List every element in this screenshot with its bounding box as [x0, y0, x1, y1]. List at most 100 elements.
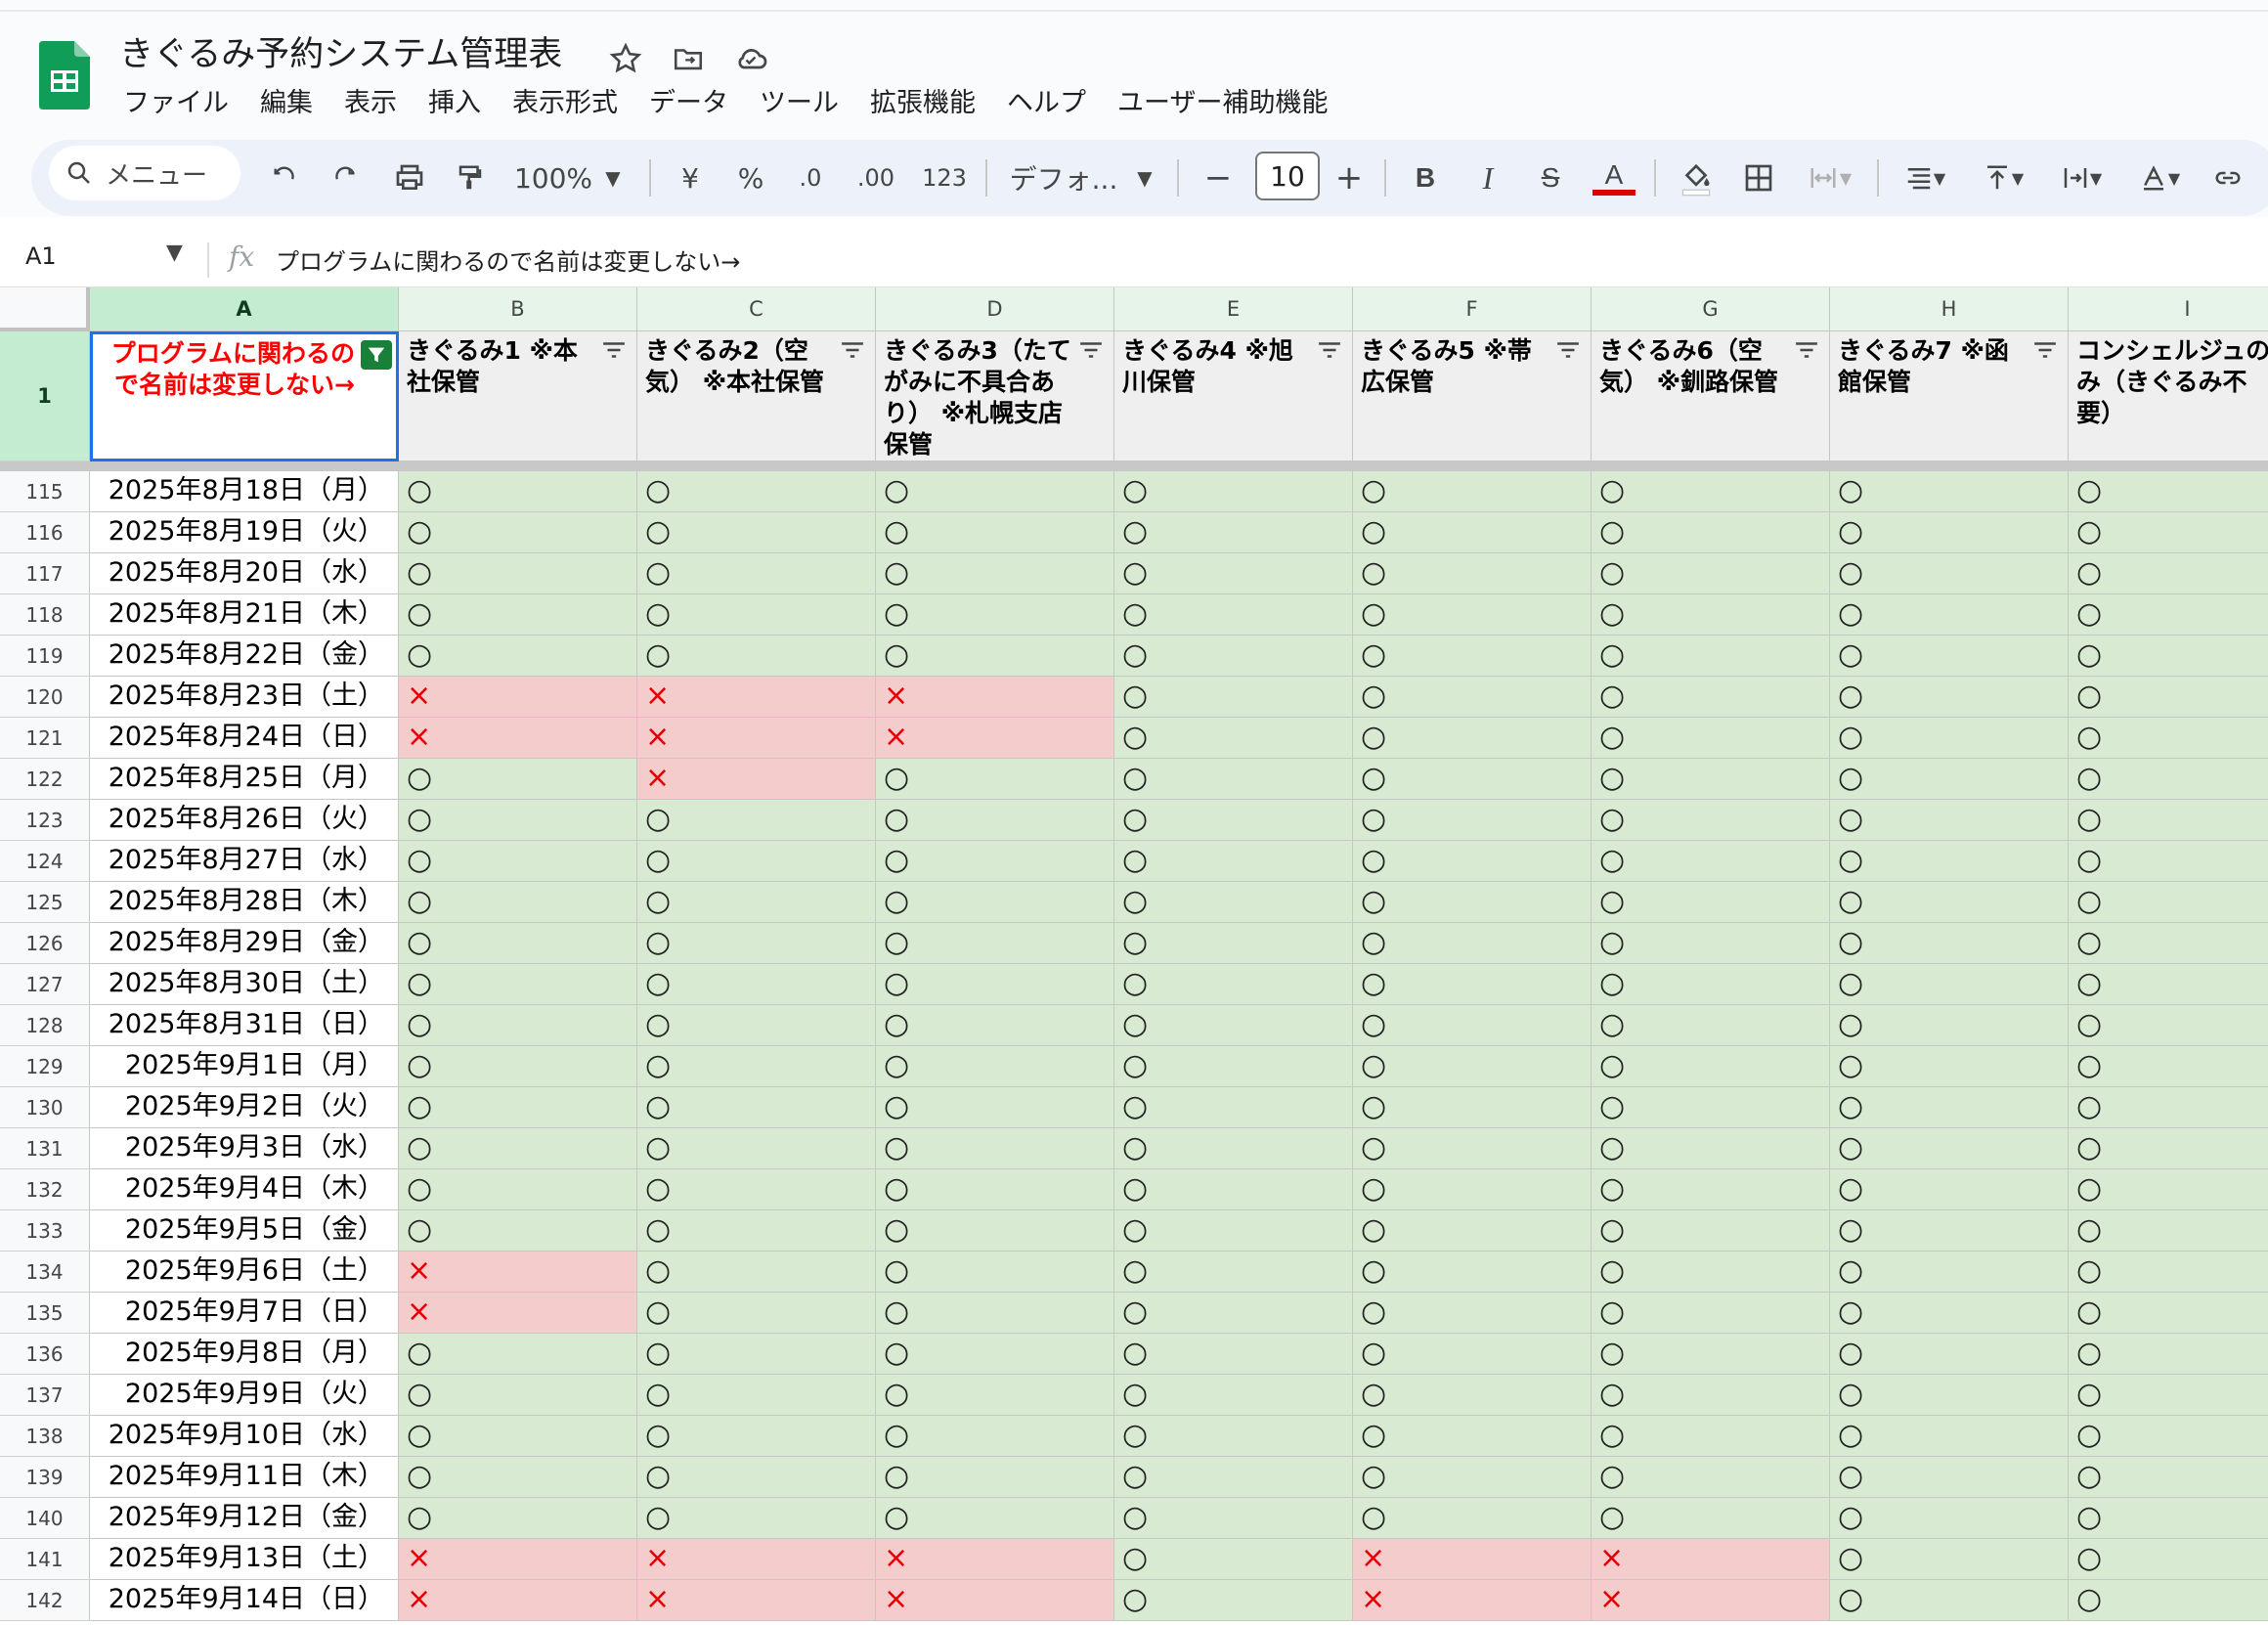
available-cell[interactable]: ○ [1353, 594, 1592, 636]
available-cell[interactable]: ○ [2069, 677, 2268, 718]
available-cell[interactable]: ○ [876, 1416, 1114, 1457]
available-cell[interactable]: ○ [876, 1498, 1114, 1539]
name-box[interactable]: A1 [25, 242, 57, 270]
available-cell[interactable]: ○ [2069, 553, 2268, 594]
font-dropdown-icon[interactable]: ▼ [1130, 154, 1159, 202]
menu-help[interactable]: ヘルプ [991, 84, 1102, 123]
available-cell[interactable]: ○ [1592, 1293, 1830, 1334]
available-cell[interactable]: ○ [1592, 1416, 1830, 1457]
available-cell[interactable]: ○ [637, 1252, 876, 1293]
available-cell[interactable]: ○ [1114, 636, 1353, 677]
available-cell[interactable]: ○ [399, 1046, 637, 1087]
available-cell[interactable]: ○ [2069, 882, 2268, 923]
filter-icon[interactable] [1078, 339, 1104, 361]
available-cell[interactable]: ○ [2069, 923, 2268, 964]
available-cell[interactable]: ○ [1114, 1539, 1353, 1580]
available-cell[interactable]: ○ [1353, 923, 1592, 964]
header-cell[interactable]: きぐるみ1 ※本社保管 [399, 331, 637, 461]
date-cell[interactable]: 2025年9月4日（木） [90, 1169, 399, 1210]
row-header[interactable]: 140 [0, 1498, 90, 1539]
unavailable-cell[interactable]: × [1592, 1580, 1830, 1621]
available-cell[interactable]: ○ [399, 594, 637, 636]
available-cell[interactable]: ○ [1353, 841, 1592, 882]
available-cell[interactable]: ○ [2069, 1005, 2268, 1046]
active-filter-icon[interactable] [361, 340, 392, 370]
available-cell[interactable]: ○ [1114, 1128, 1353, 1169]
available-cell[interactable]: ○ [637, 1128, 876, 1169]
available-cell[interactable]: ○ [1353, 1334, 1592, 1375]
available-cell[interactable]: ○ [399, 1498, 637, 1539]
star-icon[interactable] [606, 39, 645, 78]
available-cell[interactable]: ○ [1830, 1334, 2069, 1375]
row-header[interactable]: 115 [0, 471, 90, 512]
date-cell[interactable]: 2025年8月25日（月） [90, 759, 399, 800]
available-cell[interactable]: ○ [876, 1457, 1114, 1498]
available-cell[interactable]: ○ [1830, 1457, 2069, 1498]
available-cell[interactable]: ○ [1353, 718, 1592, 759]
sheets-logo-icon[interactable] [39, 41, 90, 110]
available-cell[interactable]: ○ [1353, 677, 1592, 718]
available-cell[interactable]: ○ [1114, 1046, 1353, 1087]
available-cell[interactable]: ○ [2069, 964, 2268, 1005]
available-cell[interactable]: ○ [1592, 718, 1830, 759]
available-cell[interactable]: ○ [637, 1416, 876, 1457]
menu-accessibility[interactable]: ユーザー補助機能 [1102, 84, 1343, 123]
date-cell[interactable]: 2025年9月5日（金） [90, 1210, 399, 1252]
row-header[interactable]: 128 [0, 1005, 90, 1046]
available-cell[interactable]: ○ [1592, 1334, 1830, 1375]
available-cell[interactable]: ○ [876, 594, 1114, 636]
menu-data[interactable]: データ [633, 84, 744, 123]
italic-button[interactable]: I [1466, 154, 1509, 202]
date-cell[interactable]: 2025年8月31日（日） [90, 1005, 399, 1046]
available-cell[interactable]: ○ [1592, 636, 1830, 677]
date-cell[interactable]: 2025年8月18日（月） [90, 471, 399, 512]
available-cell[interactable]: ○ [1114, 512, 1353, 553]
text-wrap-icon[interactable]: ▼ [2051, 154, 2112, 202]
filter-icon[interactable] [601, 339, 627, 361]
date-cell[interactable]: 2025年9月7日（日） [90, 1293, 399, 1334]
row-header[interactable]: 133 [0, 1210, 90, 1252]
menu-edit[interactable]: 編集 [244, 84, 328, 123]
available-cell[interactable]: ○ [1114, 1293, 1353, 1334]
available-cell[interactable]: ○ [2069, 718, 2268, 759]
available-cell[interactable]: ○ [1830, 1416, 2069, 1457]
available-cell[interactable]: ○ [1114, 1087, 1353, 1128]
available-cell[interactable]: ○ [1353, 636, 1592, 677]
available-cell[interactable]: ○ [876, 800, 1114, 841]
available-cell[interactable]: ○ [1592, 882, 1830, 923]
filter-icon[interactable] [1794, 339, 1819, 361]
unavailable-cell[interactable]: × [876, 1580, 1114, 1621]
available-cell[interactable]: ○ [2069, 759, 2268, 800]
row-header[interactable]: 123 [0, 800, 90, 841]
available-cell[interactable]: ○ [399, 1457, 637, 1498]
available-cell[interactable]: ○ [1114, 1457, 1353, 1498]
available-cell[interactable]: ○ [2069, 1375, 2268, 1416]
available-cell[interactable]: ○ [2069, 1580, 2268, 1621]
available-cell[interactable]: ○ [637, 594, 876, 636]
filter-icon[interactable] [2032, 339, 2058, 361]
date-cell[interactable]: 2025年9月6日（土） [90, 1252, 399, 1293]
decrease-font-size-button[interactable]: − [1197, 154, 1240, 202]
available-cell[interactable]: ○ [876, 1252, 1114, 1293]
increase-decimal-button[interactable]: .00 [847, 154, 905, 202]
available-cell[interactable]: ○ [1830, 923, 2069, 964]
menu-view[interactable]: 表示 [328, 84, 413, 123]
available-cell[interactable]: ○ [1114, 923, 1353, 964]
available-cell[interactable]: ○ [1592, 1252, 1830, 1293]
available-cell[interactable]: ○ [1592, 1128, 1830, 1169]
row-header[interactable]: 139 [0, 1457, 90, 1498]
vertical-align-icon[interactable]: ▼ [1973, 154, 2033, 202]
date-cell[interactable]: 2025年9月8日（月） [90, 1334, 399, 1375]
fill-color-icon[interactable] [1672, 154, 1721, 202]
column-header[interactable]: H [1830, 287, 2069, 331]
unavailable-cell[interactable]: × [876, 718, 1114, 759]
available-cell[interactable]: ○ [1353, 553, 1592, 594]
available-cell[interactable]: ○ [1114, 1169, 1353, 1210]
row-header[interactable]: 117 [0, 553, 90, 594]
header-cell[interactable]: きぐるみ4 ※旭川保管 [1114, 331, 1353, 461]
unavailable-cell[interactable]: × [399, 1539, 637, 1580]
date-cell[interactable]: 2025年8月24日（日） [90, 718, 399, 759]
row-header[interactable]: 116 [0, 512, 90, 553]
row-header[interactable]: 127 [0, 964, 90, 1005]
currency-format-button[interactable]: ¥ [671, 154, 710, 202]
